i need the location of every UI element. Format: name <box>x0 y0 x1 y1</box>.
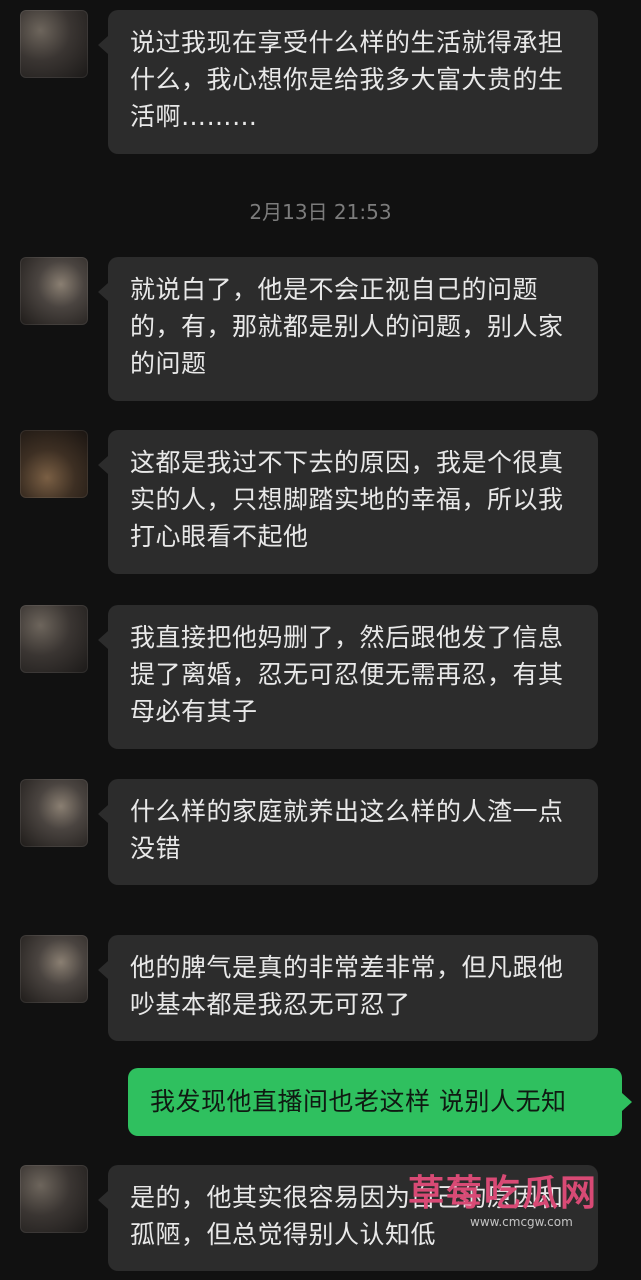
message-text: 就说白了，他是不会正视自己的问题的，有，那就都是别人的问题，别人家的问题 <box>130 275 564 378</box>
my-message-bubble: 我发现他直播间也老这样 说别人无知 <box>128 1068 632 1136</box>
watermark-url: www.cmcgw.com <box>470 1215 573 1229</box>
message-text: 他的脾气是真的非常差非常，但凡跟他吵基本都是我忍无可忍了 <box>130 953 564 1019</box>
message-bubble: 什么样的家庭就养出这么样的人渣一点没错 <box>98 779 598 885</box>
message-bubble: 我直接把他妈删了，然后跟他发了信息提了离婚，忍无可忍便无需再忍，有其母必有其子 <box>98 605 598 749</box>
avatar[interactable] <box>20 1165 88 1233</box>
avatar[interactable] <box>20 779 88 847</box>
timestamp: 2月13日 21:53 <box>249 200 392 224</box>
message-bubble: 说过我现在享受什么样的生活就得承担什么，我心想你是给我多大富大贵的生活啊……… <box>98 10 598 154</box>
message-text: 我直接把他妈删了，然后跟他发了信息提了离婚，忍无可忍便无需再忍，有其母必有其子 <box>130 623 564 726</box>
watermark-logo: 草莓吃瓜网 <box>408 1173 599 1214</box>
my-message-text: 我发现他直播间也老这样 说别人无知 <box>150 1087 567 1116</box>
avatar[interactable] <box>20 605 88 673</box>
message-bubble: 这都是我过不下去的原因，我是个很真实的人，只想脚踏实地的幸福，所以我打心眼看不起… <box>98 430 598 574</box>
message-text: 什么样的家庭就养出这么样的人渣一点没错 <box>130 797 564 863</box>
avatar[interactable] <box>20 10 88 78</box>
message-bubble: 他的脾气是真的非常差非常，但凡跟他吵基本都是我忍无可忍了 <box>98 935 598 1041</box>
avatar[interactable] <box>20 935 88 1003</box>
message-bubble: 就说白了，他是不会正视自己的问题的，有，那就都是别人的问题，别人家的问题 <box>98 257 598 401</box>
avatar[interactable] <box>20 257 88 325</box>
avatar[interactable] <box>20 430 88 498</box>
message-text: 这都是我过不下去的原因，我是个很真实的人，只想脚踏实地的幸福，所以我打心眼看不起… <box>130 448 564 551</box>
message-text: 说过我现在享受什么样的生活就得承担什么，我心想你是给我多大富大贵的生活啊……… <box>130 28 564 131</box>
